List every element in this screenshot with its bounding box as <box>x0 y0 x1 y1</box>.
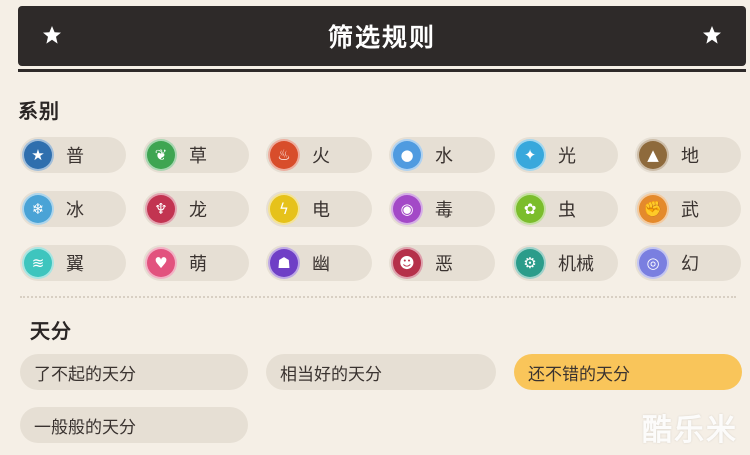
type-chip-label: 龙 <box>189 200 207 221</box>
type-chip-label: 电 <box>312 200 330 221</box>
poison-icon: ◉ <box>391 193 423 225</box>
star-icon <box>43 26 61 44</box>
type-chip-label: 幽 <box>312 254 330 275</box>
snowflake-icon: ❄ <box>22 193 54 225</box>
type-chip-label: 恶 <box>435 254 453 275</box>
type-chip-17[interactable]: ◎ 幻 <box>635 245 741 281</box>
star-icon <box>703 26 721 44</box>
type-chip-15[interactable]: ☻ 恶 <box>389 245 495 281</box>
talent-chip-label: 相当好的天分 <box>280 364 382 385</box>
type-chip-label: 冰 <box>66 200 84 221</box>
type-chip-12[interactable]: ≋ 翼 <box>20 245 126 281</box>
type-filter-grid: ★ 普 ❦ 草 ♨ 火 ● 水 ✦ 光 ▲ 地 ❄ 冰 ♆ 龙 ϟ 电 ◉ 毒 ✿ 虫 ✊ 武 ≋ 翼 ♥ 萌 ☗ 幽 ☻ 恶 ⚙ 机械 ◎ 幻 <box>20 137 746 281</box>
mountain-icon: ▲ <box>637 139 669 171</box>
type-chip-4[interactable]: ✦ 光 <box>512 137 618 173</box>
type-chip-label: 萌 <box>189 254 207 275</box>
section-divider <box>20 296 736 298</box>
type-chip-2[interactable]: ♨ 火 <box>266 137 372 173</box>
type-chip-10[interactable]: ✿ 虫 <box>512 191 618 227</box>
type-chip-16[interactable]: ⚙ 机械 <box>512 245 618 281</box>
type-chip-7[interactable]: ♆ 龙 <box>143 191 249 227</box>
filter-header: 筛选规则 <box>18 6 746 66</box>
fist-icon: ✊ <box>637 193 669 225</box>
type-chip-3[interactable]: ● 水 <box>389 137 495 173</box>
talent-chip-average[interactable]: 一般般的天分 <box>20 407 248 443</box>
type-chip-label: 火 <box>312 146 330 167</box>
demon-icon: ☻ <box>391 247 423 279</box>
type-chip-label: 武 <box>681 200 699 221</box>
page-title: 筛选规则 <box>327 23 436 52</box>
type-chip-label: 毒 <box>435 200 453 221</box>
type-chip-8[interactable]: ϟ电 <box>266 191 372 227</box>
lightning-icon: ϟ <box>268 193 300 225</box>
type-chip-label: 光 <box>558 146 576 167</box>
header-underline <box>18 69 746 72</box>
type-chip-13[interactable]: ♥ 萌 <box>143 245 249 281</box>
light-icon: ✦ <box>514 139 546 171</box>
talent-chip-very-good[interactable]: 相当好的天分 <box>266 354 496 390</box>
talent-chip-label: 还不错的天分 <box>528 364 630 385</box>
type-chip-label: 幻 <box>681 254 699 275</box>
type-chip-label: 机械 <box>558 254 594 275</box>
type-chip-0[interactable]: ★ 普 <box>20 137 126 173</box>
type-chip-label: 普 <box>66 146 84 167</box>
type-chip-6[interactable]: ❄ 冰 <box>20 191 126 227</box>
type-chip-label: 虫 <box>558 200 576 221</box>
type-chip-9[interactable]: ◉ 毒 <box>389 191 495 227</box>
bug-icon: ✿ <box>514 193 546 225</box>
type-chip-label: 草 <box>189 146 207 167</box>
talent-chip-not-bad[interactable]: 还不错的天分 <box>514 354 742 390</box>
wing-icon: ≋ <box>22 247 54 279</box>
gear-icon: ⚙ <box>514 247 546 279</box>
talent-chip-excellent[interactable]: 了不起的天分 <box>20 354 248 390</box>
type-chip-1[interactable]: ❦ 草 <box>143 137 249 173</box>
watermark-logo: 酷乐米 <box>642 413 738 448</box>
flame-icon: ♨ <box>268 139 300 171</box>
star-badge-icon: ★ <box>22 139 54 171</box>
type-chip-14[interactable]: ☗ 幽 <box>266 245 372 281</box>
type-chip-label: 地 <box>681 146 699 167</box>
type-chip-label: 翼 <box>66 254 84 275</box>
type-chip-11[interactable]: ✊ 武 <box>635 191 741 227</box>
talent-chip-label: 了不起的天分 <box>34 364 136 385</box>
dragon-icon: ♆ <box>145 193 177 225</box>
type-chip-5[interactable]: ▲ 地 <box>635 137 741 173</box>
swirl-icon: ◎ <box>637 247 669 279</box>
ghost-icon: ☗ <box>268 247 300 279</box>
heart-icon: ♥ <box>145 247 177 279</box>
talent-chip-label: 一般般的天分 <box>34 417 136 438</box>
talent-section-label: 天分 <box>30 319 72 343</box>
type-chip-label: 水 <box>435 146 453 167</box>
water-drop-icon: ● <box>391 139 423 171</box>
leaf-icon: ❦ <box>145 139 177 171</box>
types-section-label: 系别 <box>18 99 60 123</box>
